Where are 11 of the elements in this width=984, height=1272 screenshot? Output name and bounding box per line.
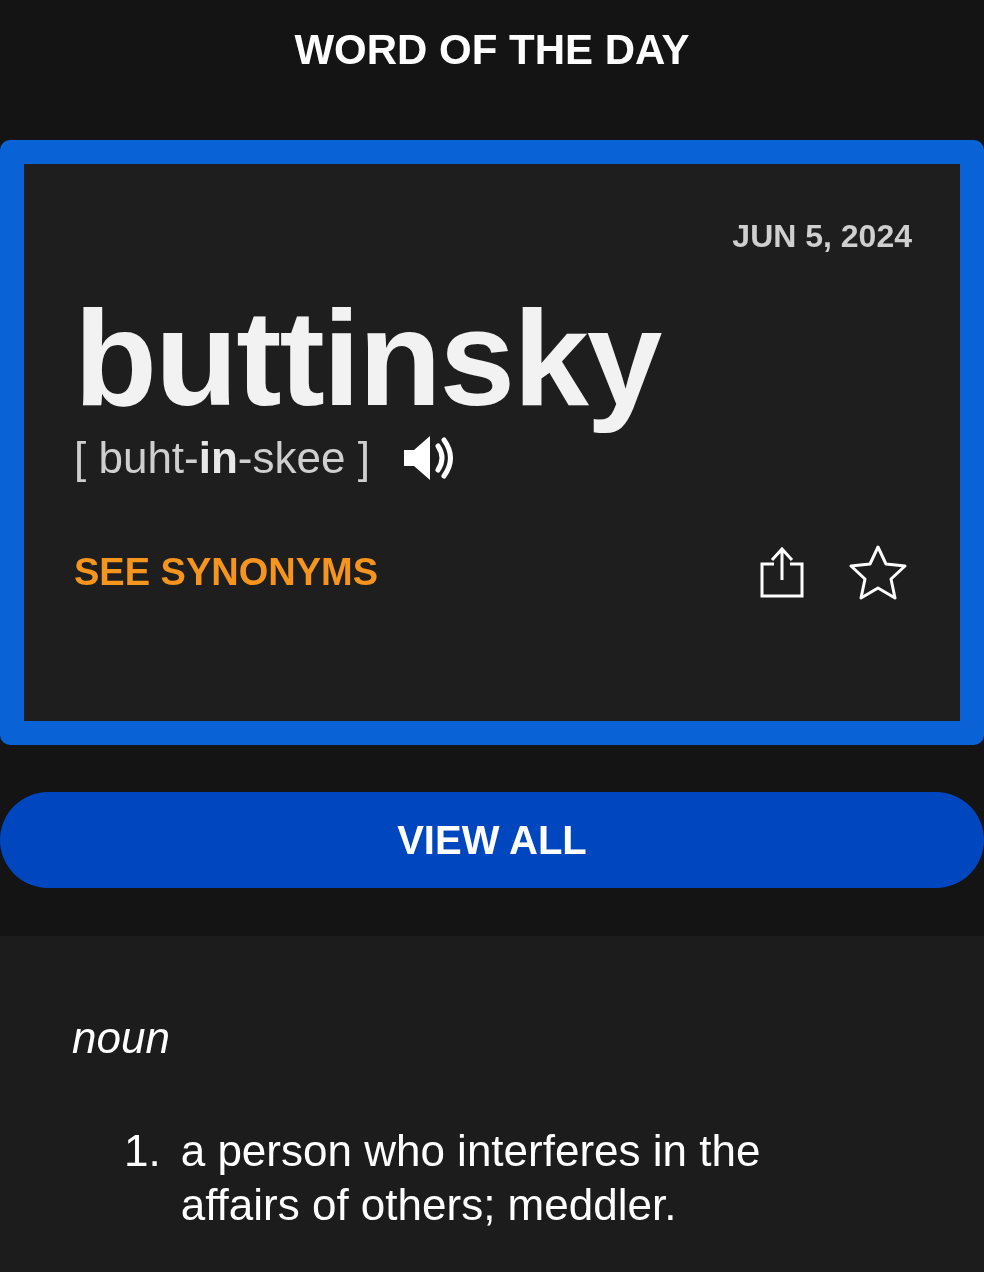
pronunciation: [ buht-in-skee ] [74,433,370,484]
headword: buttinsky [74,281,661,436]
view-all-button[interactable]: VIEW ALL [0,792,984,888]
star-icon[interactable] [848,544,908,600]
definition-text: a person who interferes in the affairs of others; meddler. [180,1125,762,1231]
date-label: JUN 5, 2024 [732,217,912,256]
part-of-speech: noun [72,1012,170,1064]
sense-number: 1. [124,1125,161,1177]
page-title: WORD OF THE DAY [294,26,690,74]
see-synonyms-link[interactable]: SEE SYNONYMS [74,550,379,594]
share-icon[interactable] [758,546,806,598]
